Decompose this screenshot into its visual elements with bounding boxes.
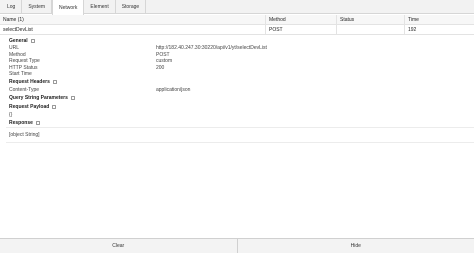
request-headers-title-text: Request Headers — [9, 79, 50, 85]
tab-network[interactable]: Network — [52, 0, 85, 15]
bottom-toolbar: Clear Hide — [0, 238, 474, 253]
response-body: [object String] — [6, 127, 474, 143]
tab-system[interactable]: System — [22, 0, 53, 14]
request-payload-body: {} — [9, 111, 13, 118]
request-status-cell — [337, 25, 405, 34]
tab-storage[interactable]: Storage — [116, 0, 147, 14]
field-value: 200 — [156, 64, 165, 71]
request-name-cell: selectDevList — [0, 25, 266, 34]
query-params-title-text: Query String Parameters — [9, 94, 68, 101]
field-key: Content-Type — [9, 86, 40, 93]
copy-icon[interactable] — [52, 104, 57, 109]
copy-icon[interactable] — [30, 38, 35, 43]
bottom-edge — [0, 253, 474, 257]
tab-element[interactable]: Element — [84, 0, 116, 14]
field-key: URL — [9, 45, 20, 52]
general-title-text: General — [9, 37, 28, 44]
field-key: Request Type — [9, 58, 40, 65]
network-request-table: Name (1) Method Status Time selectDevLis… — [0, 15, 474, 35]
table-row[interactable]: selectDevList POST 192 — [0, 25, 474, 35]
field-key: Start Time — [9, 71, 32, 78]
request-method-cell: POST — [266, 25, 337, 34]
response-body-text: [object String] — [9, 132, 40, 138]
tab-log[interactable]: Log — [1, 0, 23, 14]
copy-icon[interactable] — [52, 80, 57, 84]
request-payload-title-text: Request Payload — [9, 103, 50, 110]
column-header-name: Name (1) — [0, 15, 266, 24]
copy-icon[interactable] — [35, 120, 40, 125]
request-time-cell: 192 — [408, 26, 417, 33]
response-title-text: Response — [9, 119, 33, 126]
request-payload-section-title[interactable]: Request Payload — [0, 102, 474, 111]
response-section-title[interactable]: Response — [0, 118, 474, 127]
hide-button[interactable]: Hide — [236, 239, 474, 253]
request-details: General URL http://182.40.247.30:30220/a… — [0, 36, 474, 143]
field-value: custom — [156, 58, 173, 65]
table-header-row: Name (1) Method Status Time — [0, 15, 474, 25]
clear-button[interactable]: Clear — [0, 239, 237, 253]
general-section-title[interactable]: General — [0, 36, 474, 45]
query-params-section-title[interactable]: Query String Parameters — [0, 93, 474, 102]
field-value: http://182.40.247.30:30220/api/v1/yt/sel… — [156, 45, 267, 52]
tab-bar: Log System Network Element Storage — [0, 0, 474, 15]
field-value: application/json — [156, 86, 191, 93]
copy-icon[interactable] — [70, 95, 75, 100]
column-header-status: Status — [337, 15, 405, 24]
column-header-time: Time — [408, 16, 419, 23]
field-value: POST — [156, 51, 170, 58]
request-headers-section-title[interactable]: Request Headers — [0, 78, 474, 87]
field-key: Method — [9, 51, 26, 58]
vconsole-panel: Log System Network Element Storage Name … — [0, 0, 474, 257]
field-key: HTTP Status — [9, 64, 38, 71]
column-header-method: Method — [266, 15, 337, 24]
